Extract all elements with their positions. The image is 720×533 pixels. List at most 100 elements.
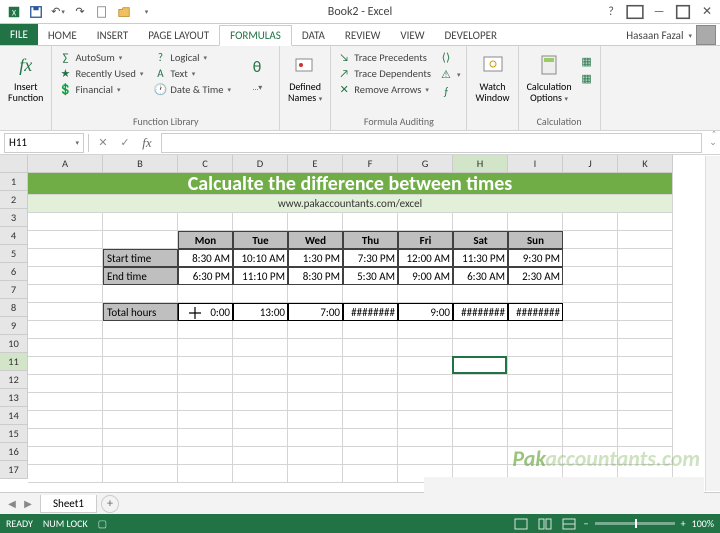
- cell[interactable]: [343, 429, 398, 447]
- logical-button[interactable]: ?Logical▾: [151, 49, 233, 65]
- select-all-button[interactable]: [0, 155, 28, 173]
- cell[interactable]: [618, 285, 673, 303]
- sheet-tab-sheet1[interactable]: Sheet1: [40, 495, 97, 513]
- row-header-15[interactable]: 15: [0, 425, 28, 443]
- cell[interactable]: [28, 231, 103, 249]
- col-header-G[interactable]: G: [398, 155, 453, 173]
- cell[interactable]: [508, 411, 563, 429]
- row-header-1[interactable]: 1: [0, 173, 28, 191]
- tab-home[interactable]: HOME: [38, 26, 87, 45]
- row-header-14[interactable]: 14: [0, 407, 28, 425]
- cell[interactable]: ########: [343, 303, 398, 321]
- cell[interactable]: 5:30 AM: [343, 267, 398, 285]
- cell[interactable]: [618, 321, 673, 339]
- cell[interactable]: 2:30 AM: [508, 267, 563, 285]
- cell[interactable]: [563, 411, 618, 429]
- cell[interactable]: [103, 375, 178, 393]
- cell[interactable]: [233, 393, 288, 411]
- cell[interactable]: 9:30 PM: [508, 249, 563, 267]
- cell[interactable]: [178, 357, 233, 375]
- add-sheet-button[interactable]: +: [101, 495, 119, 513]
- cell[interactable]: [563, 231, 618, 249]
- cell[interactable]: 11:30 PM: [453, 249, 508, 267]
- cell[interactable]: [178, 393, 233, 411]
- formula-bar[interactable]: [161, 133, 702, 153]
- cell[interactable]: [343, 357, 398, 375]
- cell[interactable]: [178, 339, 233, 357]
- cell[interactable]: [28, 375, 103, 393]
- zoom-level[interactable]: 100%: [692, 517, 714, 530]
- cell[interactable]: [28, 249, 103, 267]
- cell[interactable]: [563, 339, 618, 357]
- trace-precedents-button[interactable]: ↘Trace Precedents: [335, 49, 433, 65]
- cell[interactable]: [233, 375, 288, 393]
- cancel-formula-icon[interactable]: ✕: [93, 133, 113, 153]
- name-box[interactable]: H11▾: [4, 133, 84, 153]
- watch-window-button[interactable]: WatchWindow: [471, 49, 513, 105]
- worksheet-grid[interactable]: ABCDEFGHIJK 1234567891011121314151617 Ca…: [0, 155, 720, 502]
- recently-used-button[interactable]: ★Recently Used▾: [56, 65, 145, 81]
- cell[interactable]: [103, 411, 178, 429]
- cell[interactable]: [508, 213, 563, 231]
- cell[interactable]: Calcualte the difference between times: [28, 173, 673, 195]
- cell[interactable]: [288, 447, 343, 465]
- cell[interactable]: [103, 393, 178, 411]
- cell[interactable]: Sun: [508, 231, 563, 249]
- cell[interactable]: [508, 285, 563, 303]
- cell[interactable]: [178, 321, 233, 339]
- cell[interactable]: [233, 447, 288, 465]
- cell[interactable]: [508, 339, 563, 357]
- row-header-4[interactable]: 4: [0, 227, 28, 245]
- cell[interactable]: [288, 357, 343, 375]
- cell[interactable]: 0:00: [178, 303, 233, 321]
- cell[interactable]: [398, 429, 453, 447]
- cell[interactable]: [563, 213, 618, 231]
- evaluate-formula-button[interactable]: ƒ: [437, 83, 463, 99]
- cell[interactable]: [178, 447, 233, 465]
- minimize-icon[interactable]: —: [648, 2, 670, 22]
- col-header-B[interactable]: B: [103, 155, 178, 173]
- sheet-nav-prev-icon[interactable]: ◀: [4, 496, 20, 512]
- cell[interactable]: [398, 375, 453, 393]
- cell[interactable]: [618, 411, 673, 429]
- cell[interactable]: 8:30 AM: [178, 249, 233, 267]
- cell[interactable]: [233, 321, 288, 339]
- cell[interactable]: Mon: [178, 231, 233, 249]
- autosum-button[interactable]: ∑AutoSum▾: [56, 49, 145, 65]
- cell[interactable]: [288, 411, 343, 429]
- cell[interactable]: [508, 393, 563, 411]
- cell[interactable]: 9:00: [398, 303, 453, 321]
- cell[interactable]: [28, 411, 103, 429]
- cell[interactable]: [103, 339, 178, 357]
- cell[interactable]: [288, 285, 343, 303]
- cell[interactable]: [288, 393, 343, 411]
- cell[interactable]: [618, 231, 673, 249]
- normal-view-icon[interactable]: [512, 517, 530, 531]
- col-header-A[interactable]: A: [28, 155, 103, 173]
- cell[interactable]: [453, 447, 508, 465]
- cell[interactable]: Tue: [233, 231, 288, 249]
- cell[interactable]: [178, 285, 233, 303]
- cell[interactable]: [288, 465, 343, 483]
- cell[interactable]: [453, 213, 508, 231]
- cell[interactable]: [563, 375, 618, 393]
- horizontal-scrollbar[interactable]: [424, 477, 704, 495]
- cell[interactable]: [398, 285, 453, 303]
- cell[interactable]: [508, 321, 563, 339]
- cell[interactable]: Sat: [453, 231, 508, 249]
- cell[interactable]: [563, 285, 618, 303]
- cell[interactable]: [178, 465, 233, 483]
- cell[interactable]: Start time: [103, 249, 178, 267]
- redo-icon[interactable]: ↷: [70, 2, 90, 22]
- error-checking-button[interactable]: ⚠▾: [437, 66, 463, 82]
- cell[interactable]: 7:30 PM: [343, 249, 398, 267]
- cell[interactable]: 10:10 AM: [233, 249, 288, 267]
- cell[interactable]: [28, 357, 103, 375]
- undo-icon[interactable]: ↶▾: [48, 2, 68, 22]
- calculation-options-button[interactable]: CalculationOptions ▾: [523, 49, 576, 105]
- cell[interactable]: [343, 321, 398, 339]
- cell[interactable]: [233, 213, 288, 231]
- cell[interactable]: ########: [453, 303, 508, 321]
- close-icon[interactable]: ✕: [696, 2, 718, 22]
- zoom-in-icon[interactable]: +: [681, 517, 686, 530]
